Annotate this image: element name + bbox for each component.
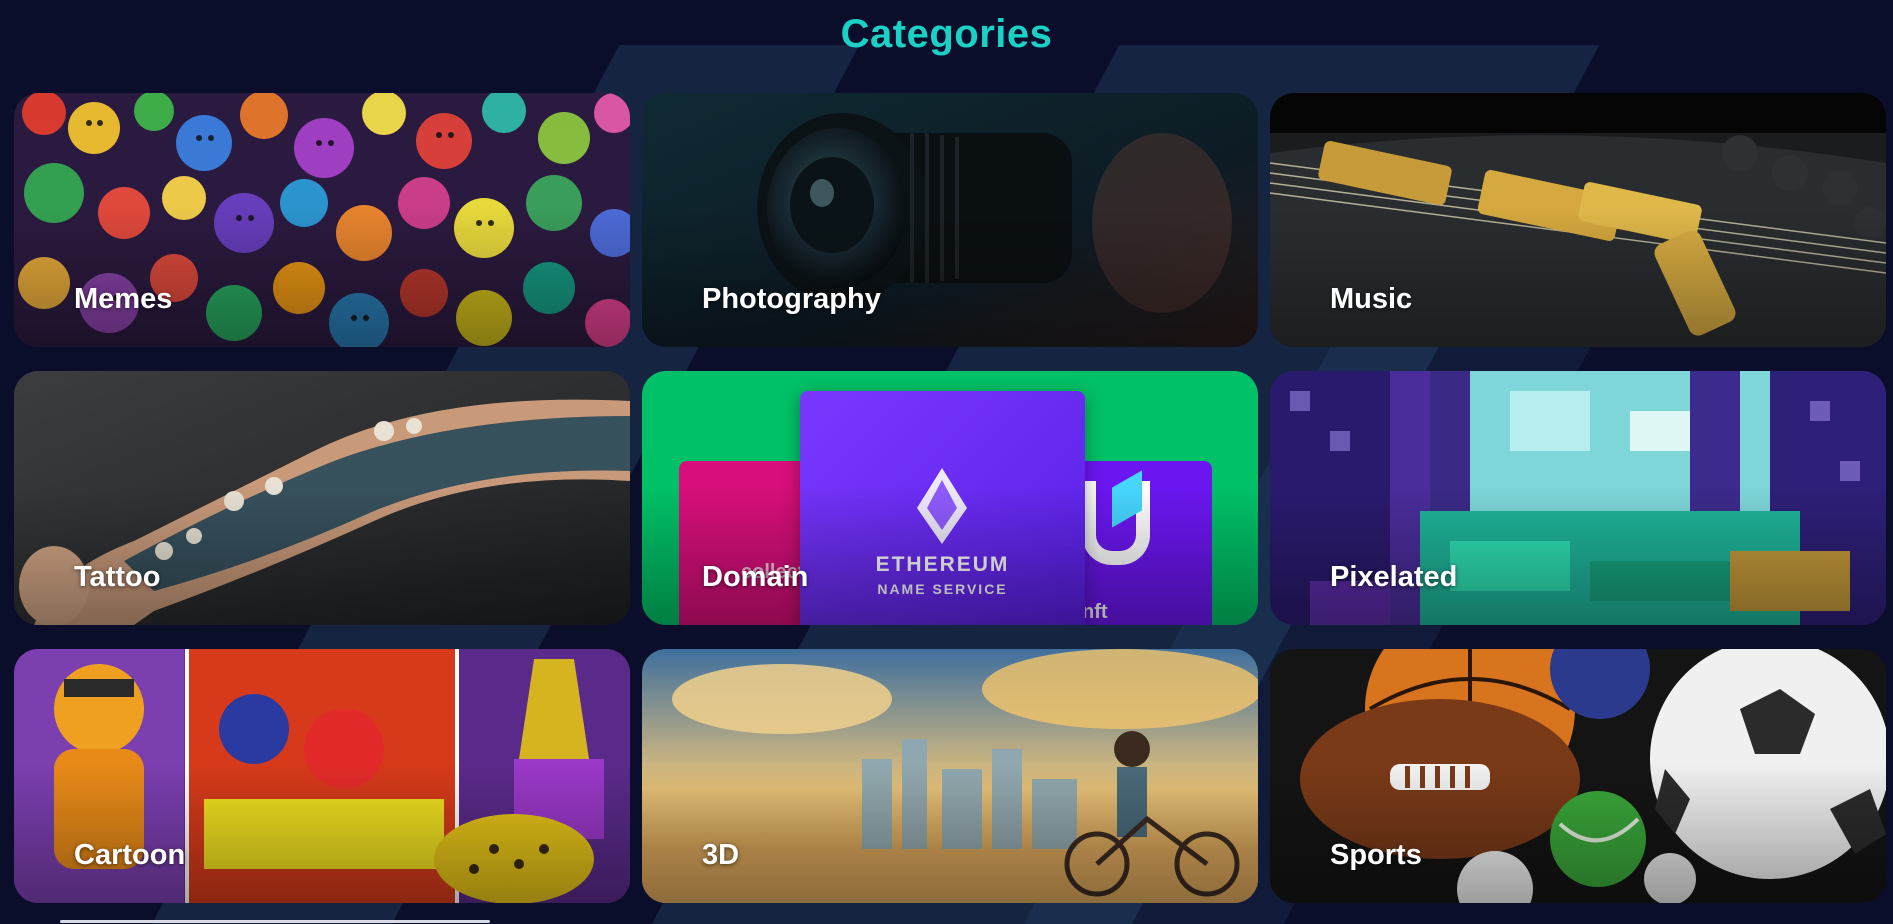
category-label: Memes xyxy=(74,283,173,315)
category-label: Tattoo xyxy=(74,561,161,593)
nft-card: nft xyxy=(1072,461,1212,625)
category-card-memes[interactable]: Memes xyxy=(14,93,630,347)
category-grid: Memes Photography Music Tattoo collect n… xyxy=(14,93,1886,903)
ens-subtitle: NAME SERVICE xyxy=(877,581,1008,597)
ens-card: ETHEREUM NAME SERVICE xyxy=(800,391,1085,625)
category-label: Sports xyxy=(1330,839,1422,871)
nft-card-text: nft xyxy=(1082,601,1108,623)
category-label: Domain xyxy=(702,561,809,593)
category-label: Cartoon xyxy=(74,839,186,871)
category-card-music[interactable]: Music xyxy=(1270,93,1886,347)
category-label: Pixelated xyxy=(1330,561,1458,593)
category-label: Music xyxy=(1330,283,1413,315)
ens-logo-icon xyxy=(917,468,967,544)
page-title: Categories xyxy=(840,12,1053,56)
category-label: Photography xyxy=(702,283,881,315)
category-card-cartoon[interactable]: Cartoon xyxy=(14,649,630,903)
category-card-domain[interactable]: collect nft ETHEREUM NAME SERVICE Domain xyxy=(642,371,1258,625)
category-card-pixelated[interactable]: Pixelated xyxy=(1270,371,1886,625)
category-card-photography[interactable]: Photography xyxy=(642,93,1258,347)
category-card-sports[interactable]: Sports xyxy=(1270,649,1886,903)
category-card-tattoo[interactable]: Tattoo xyxy=(14,371,630,625)
horizontal-scrollbar[interactable] xyxy=(60,920,490,923)
ens-title: ETHEREUM xyxy=(875,553,1010,576)
category-label: 3D xyxy=(702,839,740,871)
category-card-3d[interactable]: 3D xyxy=(642,649,1258,903)
categories-page: Categories Memes Photography Music Tatto… xyxy=(0,0,1893,924)
